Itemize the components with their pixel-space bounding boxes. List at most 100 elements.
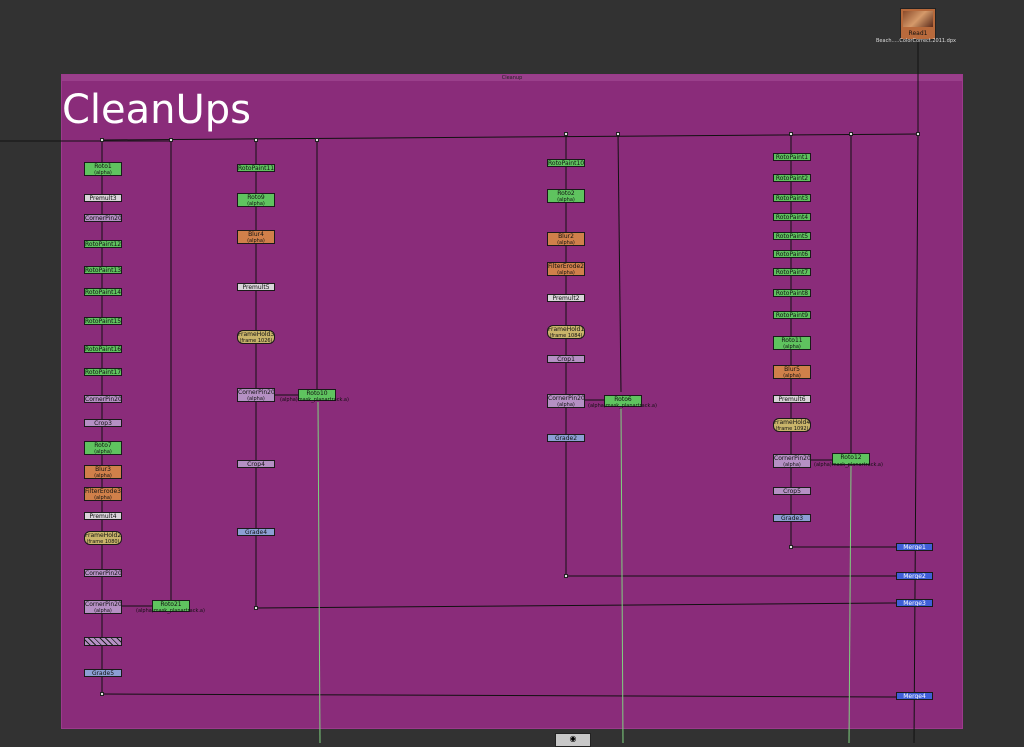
node-blur3[interactable]: Blur3 (alpha) [84,465,122,479]
pipe-dot[interactable] [100,138,104,142]
node-rotopaint6[interactable]: RotoPaint6 [773,250,811,258]
node-cornerpin[interactable]: CornerPin20 (alpha) [84,600,122,614]
node-grade4[interactable]: Grade4 [237,528,275,536]
node-roto1[interactable]: Roto1 (alpha) [84,162,122,176]
node-label: FrameHold2 [85,532,122,539]
pipe-dot[interactable] [169,138,173,142]
node-rotopaint10[interactable]: RotoPaint10 [547,159,585,167]
node-rotopaint16[interactable]: RotoPaint16 [84,345,122,353]
node-rotopaint2[interactable]: RotoPaint2 [773,174,811,182]
node-sublabel: (alpha) [247,238,265,244]
node-cornerpin[interactable]: CornerPin20 (alpha) [237,388,275,402]
node-cornerpin[interactable]: CornerPin20 [84,569,122,577]
node-label: CornerPin20 [238,389,275,396]
node-roto2[interactable]: Roto2 (alpha) [547,189,585,203]
node-sublabel: (alpha) [783,462,801,468]
pipe-dot[interactable] [789,545,793,549]
node-graph[interactable]: Cleanup CleanUps Read1 Beach.....ColorCo… [0,0,1024,747]
node-cornerpin[interactable]: CornerPin20 [84,214,122,222]
node-framehold3[interactable]: FrameHold3 (frame 1026) [237,330,275,344]
pipe-dot[interactable] [254,138,258,142]
node-grade2[interactable]: Grade2 [547,434,585,442]
node-sublabel: (frame 1026) [239,338,273,344]
node-label: FilterErode3 [85,488,121,495]
read-file-path: Beach.....ColorCorrect.2011.dpx [876,38,956,44]
viewer-icon: ◉ [569,734,577,743]
node-rotopaint17[interactable]: RotoPaint17 [84,368,122,376]
node-grade5[interactable]: Grade5 [84,669,122,677]
roto6-mask-label: (alpha)mask_planartrack.a) [588,403,657,409]
node-grade3[interactable]: Grade3 [773,514,811,522]
node-sublabel: (alpha) [247,201,265,207]
node-label: Roto1 [94,163,112,170]
node-sublabel: (alpha) [247,396,265,402]
node-rotopaint13[interactable]: RotoPaint13 [84,266,122,274]
node-merge4[interactable]: Merge4 [896,692,933,700]
pipe-dot[interactable] [616,132,620,136]
pipe-dot[interactable] [849,132,853,136]
node-label: CornerPin20 [774,455,811,462]
node-framehold2[interactable]: FrameHold2 (frame 1080) [84,531,122,545]
node-premult5[interactable]: Premult5 [237,283,275,291]
pipe-dot[interactable] [254,606,258,610]
roto21-mask-label: (alpha)mask_planartrack.a) [136,608,205,614]
node-framehold4[interactable]: FrameHold4 (frame 1092) [773,418,811,432]
node-filtererode3[interactable]: FilterErode3 (alpha) [84,487,122,501]
node-premult4[interactable]: Premult4 [84,512,122,520]
node-blur4[interactable]: Blur4 (alpha) [237,230,275,244]
node-label: Blur5 [784,366,800,373]
node-roto7[interactable]: Roto7 (alpha) [84,441,122,455]
node-roto9[interactable]: Roto9 (alpha) [237,193,275,207]
viewer-node[interactable]: ◉ [555,733,591,747]
node-sublabel: (alpha) [94,473,112,479]
node-rotopaint4[interactable]: RotoPaint4 [773,213,811,221]
node-cornerpin[interactable]: CornerPin20 (alpha) [547,394,585,408]
node-premult3[interactable]: Premult3 [84,194,122,202]
pipe-dot[interactable] [916,132,920,136]
node-merge3[interactable]: Merge3 [896,599,933,607]
node-sublabel: (alpha) [557,270,575,276]
node-roto11[interactable]: Roto11 (alpha) [773,336,811,350]
read-node[interactable]: Read1 [900,8,936,40]
node-filtererode2[interactable]: FilterErode2 (alpha) [547,262,585,276]
node-blur5[interactable]: Blur5 (alpha) [773,365,811,379]
node-crop3[interactable]: Crop3 [84,419,122,427]
node-crop1[interactable]: Crop1 [547,355,585,363]
node-premult6[interactable]: Premult6 [773,395,811,403]
node-premult2[interactable]: Premult2 [547,294,585,302]
node-cornerpin[interactable]: CornerPin20 (alpha) [773,454,811,468]
node-label: FrameHold4 [774,419,811,426]
node-merge1[interactable]: Merge1 [896,543,933,551]
node-merge2[interactable]: Merge2 [896,572,933,580]
node-rotopaint5[interactable]: RotoPaint5 [773,232,811,240]
node-rotopaint8[interactable]: RotoPaint8 [773,289,811,297]
node-crop5[interactable]: Crop5 [773,487,811,495]
node-label: FrameHold3 [238,331,275,338]
node-rotopaint3[interactable]: RotoPaint3 [773,194,811,202]
node-rotopaint11[interactable]: RotoPaint11 [237,164,275,172]
connection-lines [0,40,919,743]
node-blur2[interactable]: Blur2 (alpha) [547,232,585,246]
pipe-dot[interactable] [100,692,104,696]
roto10-mask-label: (alpha)mask_planartrack.a) [280,397,349,403]
pipe-dot[interactable] [564,132,568,136]
node-rotopaint1[interactable]: RotoPaint1 [773,153,811,161]
node-rotopaint9[interactable]: RotoPaint9 [773,311,811,319]
node-crop4[interactable]: Crop4 [237,460,275,468]
node-sublabel: (frame 1080) [86,539,120,545]
node-rotopaint7[interactable]: RotoPaint7 [773,268,811,276]
node-label: CornerPin20 [85,601,122,608]
node-rotopaint12[interactable]: RotoPaint12 [84,240,122,248]
node-rotopaint15[interactable]: RotoPaint15 [84,317,122,325]
node-rotopaint14[interactable]: RotoPaint14 [84,288,122,296]
node-framehold1[interactable]: FrameHold1 (frame 1084) [547,325,585,339]
node-disabled[interactable] [84,637,122,646]
node-label: Roto7 [94,442,112,449]
node-sublabel: (alpha) [94,495,112,501]
node-cornerpin[interactable]: CornerPin20 [84,395,122,403]
node-label: Blur3 [95,466,111,473]
pipe-dot[interactable] [789,132,793,136]
pipe-dot[interactable] [315,138,319,142]
node-label: Roto2 [557,190,575,197]
pipe-dot[interactable] [564,574,568,578]
